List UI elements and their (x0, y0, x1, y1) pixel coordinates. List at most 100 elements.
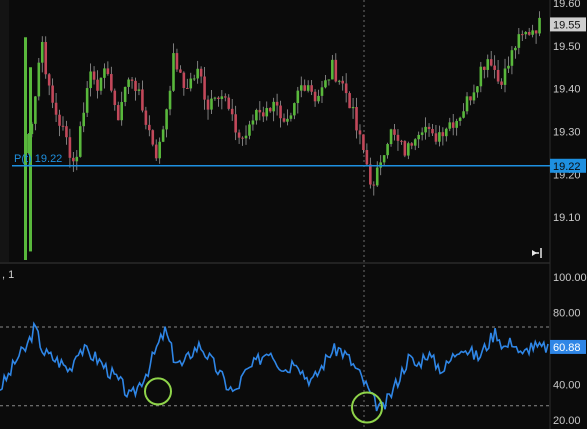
candle-down (434, 133, 438, 142)
candle-down (303, 85, 307, 91)
candle-up (251, 120, 255, 125)
price-y-tick-label: 19.60 (553, 0, 581, 10)
candle-down (106, 68, 110, 75)
candle-up (40, 41, 44, 63)
candle-up (123, 86, 127, 103)
oscillator-y-tick-label: 40.00 (553, 379, 581, 391)
candle-down (116, 105, 120, 121)
candle-down (227, 97, 231, 109)
candle-down (310, 85, 313, 92)
candle-up (158, 141, 161, 159)
candle-down (141, 89, 144, 111)
candle-up (514, 47, 517, 51)
candle-up (465, 96, 469, 112)
price-level-axis-text: 19.22 (553, 161, 581, 173)
candle-up (479, 66, 483, 87)
candle-down (365, 150, 369, 165)
candle-up (379, 162, 382, 168)
candle-down (237, 132, 241, 138)
candle-up (417, 134, 420, 140)
candle-up (455, 120, 458, 128)
price-y-tick-label: 19.10 (553, 212, 581, 224)
candle-up (462, 111, 465, 118)
candle-down (489, 59, 493, 66)
candle-down (179, 69, 182, 73)
candle-down (234, 114, 237, 133)
candle-down (403, 141, 407, 156)
candle-down (223, 96, 227, 98)
candle-up (293, 103, 296, 116)
candle-down (393, 129, 396, 135)
candle-up (382, 155, 386, 163)
candle-up (524, 32, 528, 35)
candle-down (279, 105, 282, 119)
candle-down (44, 41, 48, 75)
candle-up (317, 95, 320, 102)
candle-down (362, 134, 365, 151)
candle-up (424, 126, 427, 133)
candle-down (92, 71, 96, 80)
candle-up (510, 50, 514, 66)
candle-up (306, 85, 310, 91)
candle-down (500, 81, 503, 85)
candle-up (327, 79, 331, 81)
candle-down (58, 114, 61, 126)
candle-up (82, 112, 86, 127)
candle-down (451, 122, 455, 128)
candle-down (134, 80, 137, 91)
current-price-label: 19.55 (553, 19, 581, 31)
candle-up (192, 78, 196, 80)
candle-down (230, 108, 234, 115)
candle-up (420, 132, 424, 135)
oscillator-header-label: , 1 (2, 269, 14, 281)
chart-window: 19.60 19.50 19.40 19.30 19.20 19.10 P(t) 19.22… (0, 0, 587, 429)
candle-down (61, 125, 65, 127)
candle-up (265, 108, 269, 117)
candle-up (351, 106, 355, 109)
candle-down (520, 34, 524, 36)
candle-down (313, 91, 317, 102)
candle-down (148, 124, 151, 131)
candle-up (103, 68, 106, 78)
candle-up (161, 129, 165, 142)
chart-canvas[interactable]: 19.6019.5019.4019.3019.2019.10P(t) 19.22… (0, 0, 587, 429)
candle-up (137, 89, 141, 91)
candle-up (531, 30, 534, 35)
candle-down (348, 93, 351, 109)
oscillator-y-tick-label: 100.00 (553, 272, 587, 284)
candle-down (68, 137, 72, 158)
candle-up (168, 90, 172, 110)
candle-down (130, 79, 134, 81)
candle-down (534, 30, 538, 34)
candle-down (96, 79, 99, 91)
candle-down (282, 118, 286, 122)
candle-up (389, 129, 393, 145)
candle-down (186, 87, 189, 89)
oscillator-y-tick-label: 80.00 (553, 308, 581, 320)
candle-up (189, 78, 193, 89)
candle-up (34, 96, 37, 124)
candle-up (37, 62, 41, 97)
price-level-label: P(t) 19.22 (14, 153, 62, 165)
candle-up (386, 144, 389, 156)
candle-up (503, 68, 507, 85)
candle-down (199, 68, 203, 77)
candle-down (482, 66, 486, 70)
candle-down (427, 126, 431, 129)
candle-up (517, 34, 521, 48)
candle-down (261, 112, 265, 117)
oscillator-value-label: 60.88 (553, 342, 581, 354)
candle-spike (24, 37, 27, 261)
candle-down (372, 184, 376, 186)
candle-up (507, 65, 510, 69)
candle-down (268, 108, 272, 112)
candle-down (469, 96, 472, 101)
candle-up (89, 71, 92, 89)
candle-up (445, 128, 448, 137)
oscillator-y-tick-label: 20.00 (553, 415, 581, 427)
candle-up (210, 98, 213, 110)
candle-up (448, 122, 452, 129)
candle-up (244, 135, 248, 139)
candle-up (375, 167, 379, 186)
candle-up (78, 126, 82, 157)
